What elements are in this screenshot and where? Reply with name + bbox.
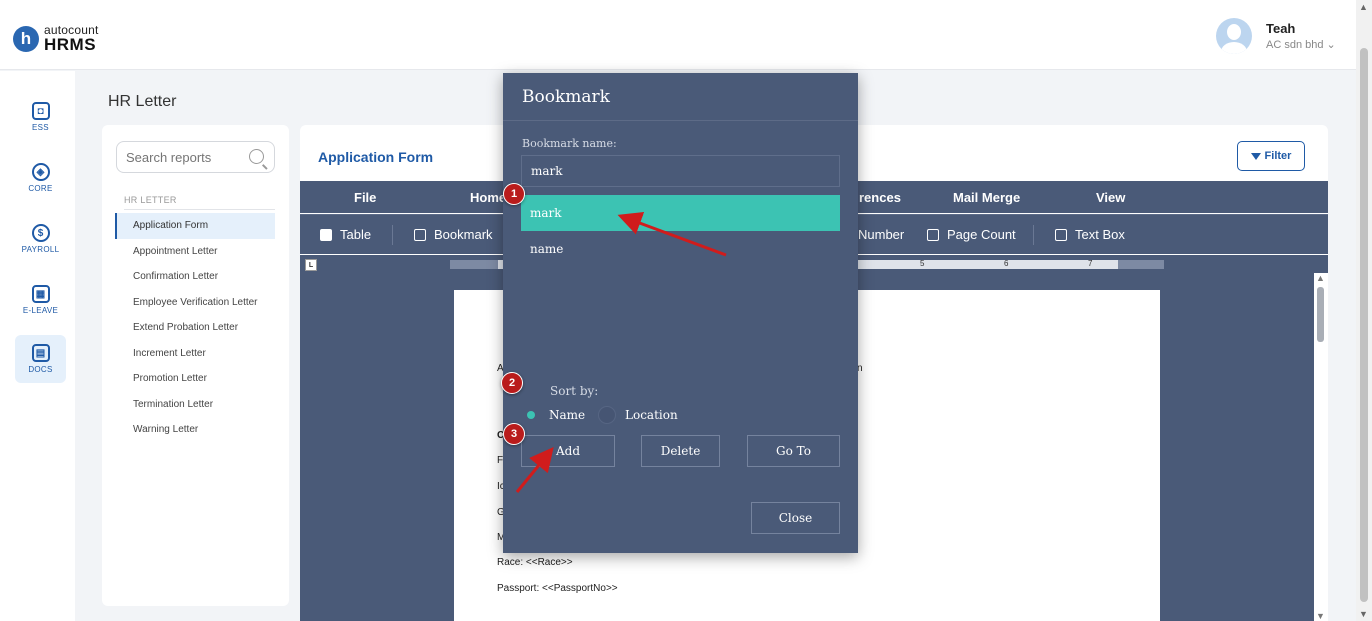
report-item-appointment-letter[interactable]: Appointment Letter (115, 239, 275, 265)
report-item-confirmation-letter[interactable]: Confirmation Letter (115, 264, 275, 290)
bookmark-item-name[interactable]: name (521, 231, 840, 267)
doc-line-race: Race: <<Race>> (497, 557, 573, 568)
dollar-icon: $ (31, 224, 50, 242)
bookmark-item-mark[interactable]: mark (521, 195, 840, 231)
sort-by-label: Sort by: (550, 384, 599, 398)
document-chart-icon: ▤ (31, 344, 50, 362)
dialog-title: Bookmark (522, 87, 610, 107)
menu-references[interactable]: rences (859, 190, 901, 205)
filter-button[interactable]: Filter (1237, 141, 1305, 171)
filter-icon (1250, 152, 1261, 160)
calendar-icon: ▦ (31, 285, 50, 303)
report-item-employee-verification-letter[interactable]: Employee Verification Letter (115, 290, 275, 316)
id-card-icon: ◘ (31, 102, 50, 120)
logo-bottom-text: HRMS (44, 35, 97, 54)
page-count-icon (927, 228, 939, 241)
nav-label: CORE (28, 184, 53, 193)
scroll-up-icon[interactable]: ▲ (1359, 2, 1368, 12)
search-box[interactable] (116, 141, 275, 173)
nav-item-e-leave[interactable]: ▦ E-LEAVE (15, 276, 66, 324)
ruler-number: 7 (1088, 259, 1093, 268)
bookmark-icon (414, 228, 426, 241)
report-item-extend-probation-letter[interactable]: Extend Probation Letter (115, 315, 275, 341)
table-icon (320, 228, 332, 241)
nav-item-docs[interactable]: ▤ DOCS (15, 335, 66, 383)
chevron-down-icon: ⌄ (1326, 39, 1336, 51)
avatar[interactable] (1216, 18, 1252, 54)
close-button[interactable]: Close (751, 502, 840, 534)
report-item-increment-letter[interactable]: Increment Letter (115, 341, 275, 367)
radio-unchecked-icon[interactable] (598, 406, 616, 424)
nav-label: DOCS (28, 365, 53, 374)
bookmark-name-label: Bookmark name: (522, 137, 617, 150)
go-to-button[interactable]: Go To (747, 435, 840, 467)
bookmark-list[interactable]: mark name (521, 195, 840, 267)
menu-view[interactable]: View (1096, 190, 1125, 205)
step-marker-1: 1 (503, 183, 525, 205)
search-icon[interactable] (249, 149, 264, 164)
nav-item-ess[interactable]: ◘ ESS (15, 93, 66, 141)
add-button[interactable]: Add (521, 435, 615, 467)
page-count-button[interactable]: Page Count (927, 227, 1016, 242)
left-nav: ◘ ESS ◈ CORE $ PAYROLL ▦ E-LEAVE ▤ DOCS (0, 71, 75, 621)
nav-label: PAYROLL (21, 245, 60, 254)
report-group-label: HR LETTER (124, 195, 275, 210)
user-name: Teah (1266, 21, 1296, 36)
scroll-up-icon[interactable]: ▲ (1316, 273, 1325, 283)
sort-by-location-radio[interactable]: Location (598, 406, 678, 424)
logo-icon: h (13, 25, 39, 52)
document-scrollbar[interactable]: ▲ ▼ (1314, 273, 1328, 621)
window-scrollbar[interactable]: ▲ ▼ (1356, 0, 1372, 621)
app-logo[interactable]: h autocount HRMS (13, 24, 99, 53)
text-box-button[interactable]: Text Box (1055, 227, 1125, 242)
doc-line-passport: Passport: <<PassportNo>> (497, 583, 618, 594)
step-marker-3: 3 (503, 423, 525, 445)
menu-file[interactable]: File (354, 190, 376, 205)
page-number-button[interactable]: Number (858, 227, 904, 242)
report-title: Application Form (318, 149, 434, 165)
nav-label: ESS (32, 123, 49, 132)
bookmark-name-input[interactable] (521, 155, 840, 187)
scroll-down-icon[interactable]: ▼ (1359, 609, 1368, 619)
ruler-number: 5 (920, 259, 925, 268)
ruler-number: 6 (1004, 259, 1009, 268)
tab-stop-selector[interactable]: L (305, 259, 317, 271)
report-item-termination-letter[interactable]: Termination Letter (115, 392, 275, 418)
report-item-warning-letter[interactable]: Warning Letter (115, 417, 275, 443)
reports-panel: HR LETTER Application Form Appointment L… (102, 125, 289, 606)
menu-home[interactable]: Home (470, 190, 506, 205)
scrollbar-thumb[interactable] (1360, 48, 1368, 602)
nav-label: E-LEAVE (22, 306, 59, 315)
text-box-icon (1055, 228, 1067, 241)
top-header: h autocount HRMS Teah AC sdn bhd ⌄ (0, 0, 1356, 70)
page-title: HR Letter (108, 93, 177, 110)
sort-by-name-radio[interactable]: Name (522, 406, 585, 424)
user-menu[interactable]: Teah AC sdn bhd ⌄ (1216, 18, 1336, 54)
nav-item-payroll[interactable]: $ PAYROLL (15, 215, 66, 263)
search-input[interactable] (126, 143, 246, 171)
report-item-application-form[interactable]: Application Form (115, 213, 275, 239)
nav-item-core[interactable]: ◈ CORE (15, 154, 66, 202)
report-item-promotion-letter[interactable]: Promotion Letter (115, 366, 275, 392)
bookmark-button[interactable]: Bookmark (414, 227, 493, 242)
cube-icon: ◈ (31, 163, 50, 181)
menu-mail-merge[interactable]: Mail Merge (953, 190, 1020, 205)
radio-checked-icon[interactable] (522, 406, 540, 424)
scroll-down-icon[interactable]: ▼ (1316, 611, 1325, 621)
report-list: Application Form Appointment Letter Conf… (115, 213, 275, 443)
delete-button[interactable]: Delete (641, 435, 720, 467)
user-company[interactable]: AC sdn bhd ⌄ (1266, 38, 1336, 51)
bookmark-dialog: Bookmark Bookmark name: mark name Sort b… (503, 73, 858, 553)
table-button[interactable]: Table (320, 227, 371, 242)
step-marker-2: 2 (501, 372, 523, 394)
scrollbar-thumb[interactable] (1317, 287, 1324, 342)
